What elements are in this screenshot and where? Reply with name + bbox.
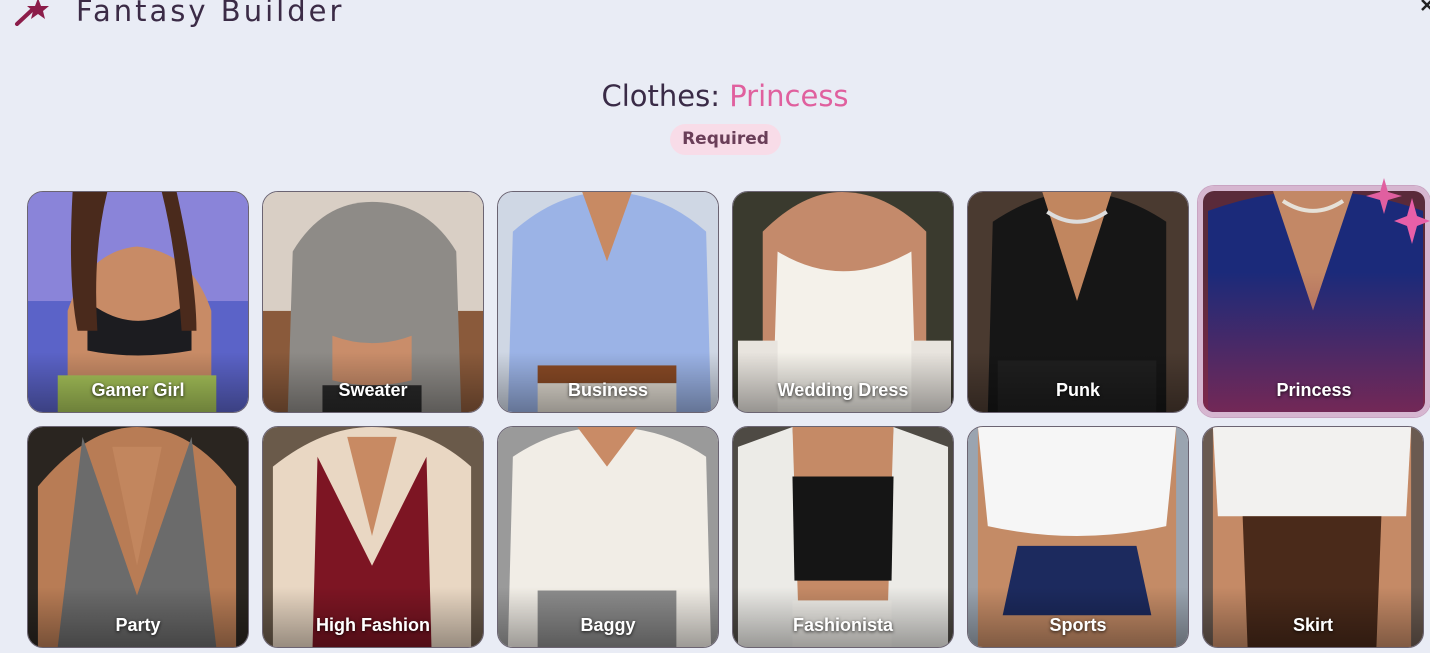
option-label: Gamer Girl (91, 380, 185, 400)
option-label: Princess (1276, 380, 1352, 400)
option-card-business[interactable]: Business (497, 191, 719, 413)
option-label: Business (567, 380, 649, 400)
option-label: Fashionista (792, 615, 894, 635)
option-label: Wedding Dress (777, 380, 909, 400)
option-card-gamer-girl[interactable]: Gamer Girl (27, 191, 249, 413)
app: Fantasy Builder Clothes: Princess Requir… (0, 0, 1430, 653)
option-card-sports[interactable]: Sports (967, 426, 1189, 648)
options-grid: Gamer Girl Sweater Business Wedding Dres… (0, 0, 1430, 653)
option-card-baggy[interactable]: Baggy (497, 426, 719, 648)
option-card-punk[interactable]: Punk (967, 191, 1189, 413)
option-card-wedding-dress[interactable]: Wedding Dress (732, 191, 954, 413)
option-card-skirt[interactable]: Skirt (1202, 426, 1424, 648)
option-label: Sweater (338, 380, 408, 400)
option-label: Sports (1049, 615, 1107, 635)
option-label: Punk (1055, 380, 1100, 400)
option-card-sweater[interactable]: Sweater (262, 191, 484, 413)
option-label: Skirt (1292, 615, 1334, 635)
option-card-princess[interactable]: Princess (1198, 186, 1430, 417)
option-label: Baggy (580, 615, 636, 635)
option-card-high-fashion[interactable]: High Fashion (262, 426, 484, 648)
option-label: Party (115, 615, 161, 635)
option-card-fashionista[interactable]: Fashionista (732, 426, 954, 648)
option-card-party[interactable]: Party (27, 426, 249, 648)
option-label: High Fashion (316, 615, 430, 635)
